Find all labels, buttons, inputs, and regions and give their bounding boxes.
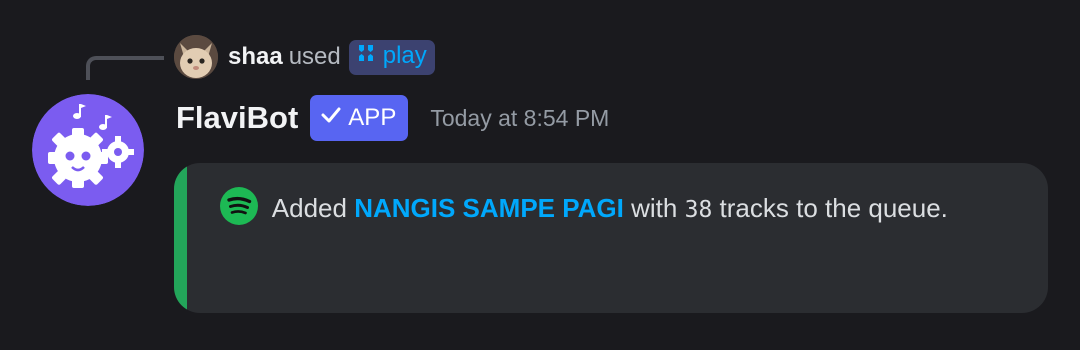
slash-command-name: play xyxy=(382,42,427,69)
bot-avatar[interactable] xyxy=(32,94,144,206)
slash-command-pill[interactable]: play xyxy=(348,39,435,75)
message-header: FlaviBot APP Today at 8:54 PM xyxy=(176,94,609,142)
embed-middle: with xyxy=(631,193,678,223)
command-icon xyxy=(355,42,377,71)
bot-username[interactable]: FlaviBot xyxy=(176,100,298,136)
app-badge-label: APP xyxy=(348,104,397,131)
embed-description: Added NANGIS SAMPE PAGI with 38 tracks t… xyxy=(220,187,1020,231)
embed-accent-bar xyxy=(174,163,187,313)
track-count: 38 xyxy=(684,197,713,223)
user-avatar[interactable] xyxy=(174,35,218,79)
message-embed: Added NANGIS SAMPE PAGI with 38 tracks t… xyxy=(174,163,1048,313)
app-badge: APP xyxy=(310,95,409,141)
embed-prefix: Added xyxy=(271,193,347,223)
spotify-icon xyxy=(220,187,258,225)
reply-connector-line xyxy=(86,56,164,80)
message-timestamp: Today at 8:54 PM xyxy=(430,104,610,131)
playlist-link[interactable]: NANGIS SAMPE PAGI xyxy=(354,193,624,223)
reply-username[interactable]: shaa xyxy=(228,43,283,71)
reply-context: shaa used play xyxy=(174,35,435,79)
check-icon xyxy=(320,104,342,133)
reply-used-label: used xyxy=(288,43,341,70)
embed-suffix: tracks to the queue. xyxy=(719,193,948,223)
